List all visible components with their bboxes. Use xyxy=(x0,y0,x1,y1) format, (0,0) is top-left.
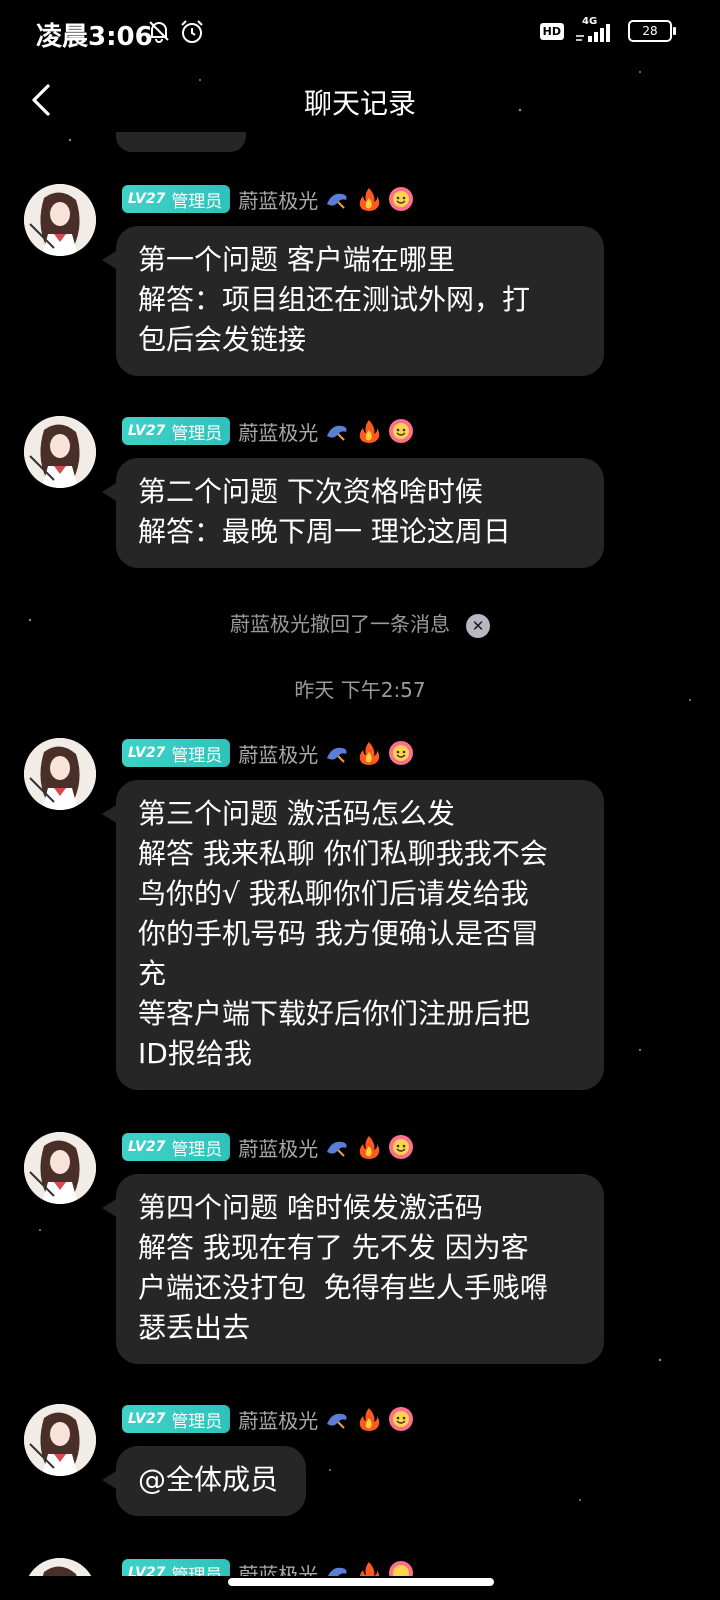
message-line: 解答 我现在有了 先不发 因为客 xyxy=(138,1231,529,1264)
avatar[interactable] xyxy=(24,738,96,810)
flower-face-icon xyxy=(389,187,414,211)
level-number: LV27 xyxy=(128,745,166,761)
sender-name[interactable]: 蔚蓝极光 xyxy=(238,1559,318,1577)
avatar[interactable] xyxy=(24,1404,96,1476)
message-line: ID报给我 xyxy=(138,1037,252,1070)
message-line: 鸟你的√ 我私聊你们后请发给我 xyxy=(138,877,529,910)
message-line: 包后会发链接 xyxy=(138,323,307,356)
message-line: 第二个问题 下次资格啥时候 xyxy=(138,475,483,508)
sender-name[interactable]: 蔚蓝极光 xyxy=(238,185,318,214)
fire-icon xyxy=(360,188,380,211)
message-bubble[interactable]: @全体成员 xyxy=(116,1446,306,1516)
message-line: 户端还没打包 免得有些人手贱嘚 xyxy=(138,1271,548,1304)
battery-icon: 28 xyxy=(628,20,676,42)
level-number: LV27 xyxy=(128,1411,166,1427)
message-bubble[interactable]: 第一个问题 客户端在哪里 解答：项目组还在测试外网，打 包后会发链接 xyxy=(116,226,604,376)
message-bubble[interactable]: 第四个问题 啥时候发激活码 解答 我现在有了 先不发 因为客 户端还没打包 免得… xyxy=(116,1174,604,1364)
sender-name[interactable]: 蔚蓝极光 xyxy=(238,739,318,768)
avatar[interactable] xyxy=(24,1558,96,1576)
fire-icon xyxy=(360,1562,380,1576)
flower-face-icon xyxy=(389,1407,414,1431)
signal-icon: 4G xyxy=(574,16,618,44)
level-number: LV27 xyxy=(128,1139,166,1155)
status-bar: 凌晨3:06 HD 4G 28 xyxy=(0,0,720,64)
role-label: 管理员 xyxy=(171,1139,223,1160)
page-title: 聊天记录 xyxy=(303,87,416,120)
message-line: @全体成员 xyxy=(138,1463,279,1496)
level-badge: LV27 管理员 xyxy=(122,185,231,213)
previous-message-bubble xyxy=(116,132,246,152)
recall-text: 蔚蓝极光撤回了一条消息 xyxy=(230,612,450,636)
message-bubble[interactable]: 第三个问题 激活码怎么发 解答 我来私聊 你们私聊我我不会 鸟你的√ 我私聊你们… xyxy=(116,780,604,1090)
avatar[interactable] xyxy=(24,416,96,488)
level-number: LV27 xyxy=(128,191,166,207)
level-badge: LV27 管理员 xyxy=(122,1559,231,1577)
message-line: 解答 我来私聊 你们私聊我我不会 xyxy=(138,837,548,870)
role-label: 管理员 xyxy=(171,1565,223,1577)
dragon-icon xyxy=(327,747,347,763)
role-label: 管理员 xyxy=(171,191,223,212)
sender-name[interactable]: 蔚蓝极光 xyxy=(238,1133,318,1162)
message-line: 瑟丢出去 xyxy=(138,1311,251,1344)
nav-header: 聊天记录 xyxy=(0,64,720,134)
fire-icon xyxy=(360,1408,380,1431)
message-item: LV27 管理员 蔚蓝极光 xyxy=(0,1558,720,1576)
sender-name[interactable]: 蔚蓝极光 xyxy=(238,1405,318,1434)
message-line: 你的手机号码 我方便确认是否冒 xyxy=(138,917,539,950)
message-line: 充 xyxy=(138,957,167,990)
message-line: 等客户端下载好后你们注册后把 xyxy=(138,997,531,1030)
level-badge: LV27 管理员 xyxy=(122,739,231,767)
role-label: 管理员 xyxy=(171,745,223,766)
flower-face-icon xyxy=(389,1135,414,1159)
avatar[interactable] xyxy=(24,1132,96,1204)
role-label: 管理员 xyxy=(171,423,223,444)
dragon-icon xyxy=(327,1141,347,1157)
message-line: 第四个问题 啥时候发激活码 xyxy=(138,1191,483,1224)
message-line: 第一个问题 客户端在哪里 xyxy=(138,243,455,276)
close-circle-icon[interactable]: ✕ xyxy=(466,613,490,638)
dragon-icon xyxy=(327,425,347,441)
flower-face-icon xyxy=(389,741,414,765)
role-label: 管理员 xyxy=(171,1411,223,1432)
dragon-icon xyxy=(327,1413,347,1429)
sender-name[interactable]: 蔚蓝极光 xyxy=(238,417,318,446)
battery-level: 28 xyxy=(642,24,658,38)
flower-face-icon xyxy=(389,1561,414,1576)
timestamp-divider: 昨天 下午2:57 xyxy=(294,678,426,702)
fire-icon xyxy=(360,742,380,765)
level-badge: LV27 管理员 xyxy=(122,1133,231,1161)
dragon-icon xyxy=(327,193,347,209)
status-time: 凌晨3:06 xyxy=(36,22,153,52)
message-line: 解答：最晚下周一 理论这周日 xyxy=(138,515,511,548)
level-badge: LV27 管理员 xyxy=(122,417,231,445)
message-line: 第三个问题 激活码怎么发 xyxy=(138,797,455,830)
message-line: 解答：项目组还在测试外网，打 xyxy=(138,283,531,316)
level-number: LV27 xyxy=(128,423,166,439)
fire-icon xyxy=(360,1136,380,1159)
alarm-icon xyxy=(181,20,203,43)
avatar[interactable] xyxy=(24,184,96,256)
hd-badge: HD xyxy=(539,22,564,40)
recall-notice: 蔚蓝极光撤回了一条消息 ✕ xyxy=(0,608,720,638)
home-indicator[interactable] xyxy=(228,1578,494,1586)
dragon-icon xyxy=(328,1567,347,1576)
message-bubble[interactable]: 第二个问题 下次资格啥时候 解答：最晚下周一 理论这周日 xyxy=(116,458,604,568)
flower-face-icon xyxy=(389,419,414,443)
bell-off-icon xyxy=(149,21,169,43)
fire-icon xyxy=(360,420,380,443)
level-badge: LV27 管理员 xyxy=(122,1405,231,1433)
level-number: LV27 xyxy=(128,1565,166,1576)
